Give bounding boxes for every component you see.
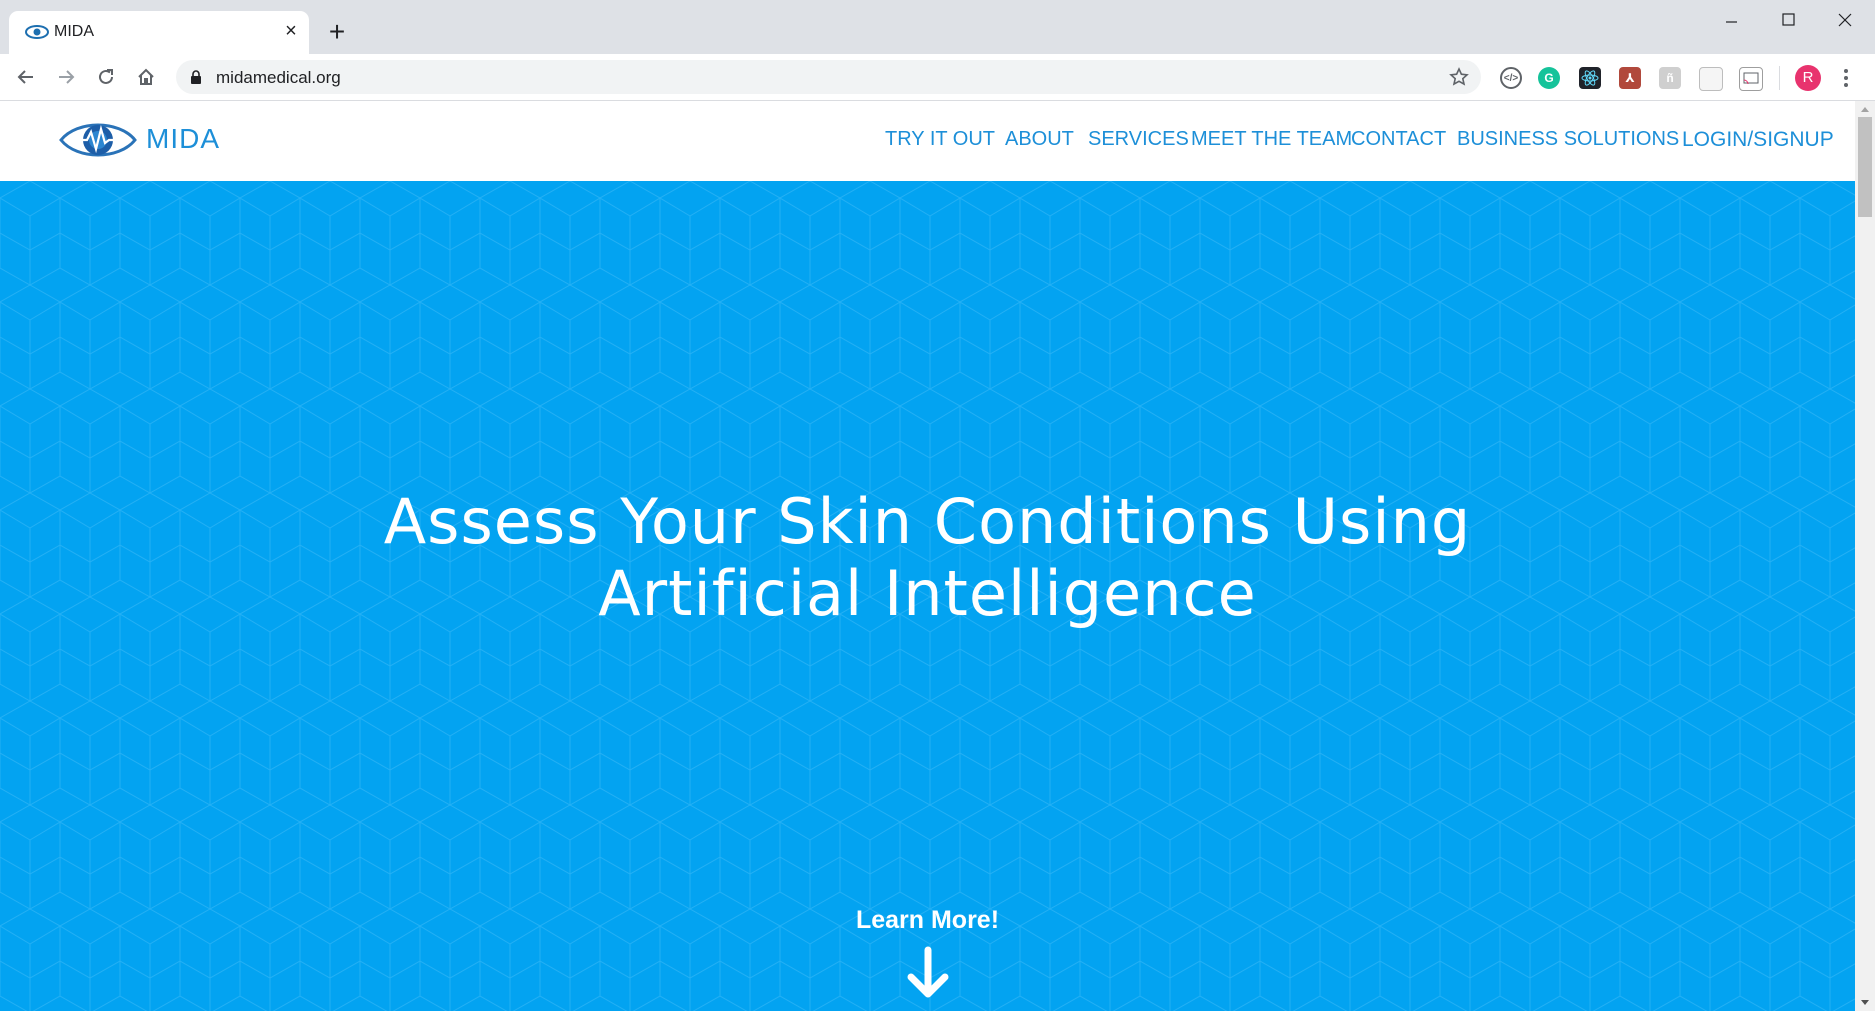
extension-page-icon[interactable] [1699, 67, 1723, 91]
extension-code-icon[interactable]: </> [1500, 67, 1522, 89]
home-icon[interactable] [130, 61, 162, 93]
url-text: midamedical.org [216, 68, 341, 87]
login-signup-link[interactable]: LOGIN/SIGNUP [1682, 128, 1834, 152]
arrow-down-icon[interactable] [903, 946, 953, 1002]
extension-puzzle-icon[interactable]: ñ [1659, 67, 1681, 89]
tab-strip: MIDA × + [0, 0, 1875, 54]
browser-window: MIDA × + midamedical.org </> G ⅄ ñ R MID… [0, 0, 1875, 1011]
address-bar[interactable]: midamedical.org [176, 60, 1481, 94]
toolbar-divider [1779, 66, 1780, 90]
back-icon[interactable] [10, 61, 42, 93]
new-tab-button[interactable]: + [322, 18, 352, 48]
hero-title-line-2: Artificial Intelligence [598, 557, 1257, 630]
nav-contact[interactable]: CONTACT [1351, 128, 1446, 151]
reload-icon[interactable] [90, 61, 122, 93]
scroll-up-icon[interactable] [1860, 105, 1870, 113]
profile-avatar[interactable]: R [1795, 65, 1821, 91]
react-devtools-icon[interactable] [1579, 67, 1601, 89]
bookmark-star-icon[interactable] [1449, 67, 1469, 87]
hero-title-line-1: Assess Your Skin Conditions Using [383, 485, 1472, 558]
forward-icon[interactable] [50, 61, 82, 93]
cast-icon[interactable] [1739, 67, 1763, 91]
learn-more-link[interactable]: Learn More! [0, 906, 1855, 935]
browser-toolbar: midamedical.org </> G ⅄ ñ R [0, 54, 1875, 101]
lock-icon [191, 70, 201, 84]
nav-try-it-out[interactable]: TRY IT OUT [885, 128, 995, 151]
window-close-icon[interactable] [1822, 6, 1868, 38]
hero-title: Assess Your Skin Conditions Using Artifi… [0, 486, 1855, 630]
nav-services[interactable]: SERVICES [1088, 128, 1189, 151]
maximize-icon[interactable] [1765, 6, 1811, 38]
nav-business-solutions[interactable]: BUSINESS SOLUTIONS [1457, 128, 1679, 151]
mida-favicon-icon [25, 25, 49, 39]
pdf-extension-icon[interactable]: ⅄ [1619, 67, 1641, 89]
minimize-icon[interactable] [1708, 6, 1754, 38]
browser-tab[interactable]: MIDA × [9, 11, 309, 54]
hero-section: Assess Your Skin Conditions Using Artifi… [0, 181, 1855, 1011]
mida-logo-icon[interactable] [59, 119, 137, 161]
browser-menu-icon[interactable] [1836, 63, 1856, 93]
nav-meet-the-team[interactable]: MEET THE TEAM [1191, 128, 1352, 151]
site-header: MIDA TRY IT OUT ABOUT SERVICES MEET THE … [0, 101, 1855, 181]
nav-about[interactable]: ABOUT [1005, 128, 1074, 151]
tab-title: MIDA [54, 23, 94, 40]
scroll-down-icon[interactable] [1860, 999, 1870, 1007]
tab-close-icon[interactable]: × [279, 19, 303, 43]
site-logo-text[interactable]: MIDA [146, 123, 220, 155]
page-scrollbar[interactable] [1855, 101, 1875, 1011]
scroll-thumb[interactable] [1858, 117, 1872, 217]
grammarly-icon[interactable]: G [1538, 67, 1560, 89]
page-viewport: MIDA TRY IT OUT ABOUT SERVICES MEET THE … [0, 101, 1855, 1011]
